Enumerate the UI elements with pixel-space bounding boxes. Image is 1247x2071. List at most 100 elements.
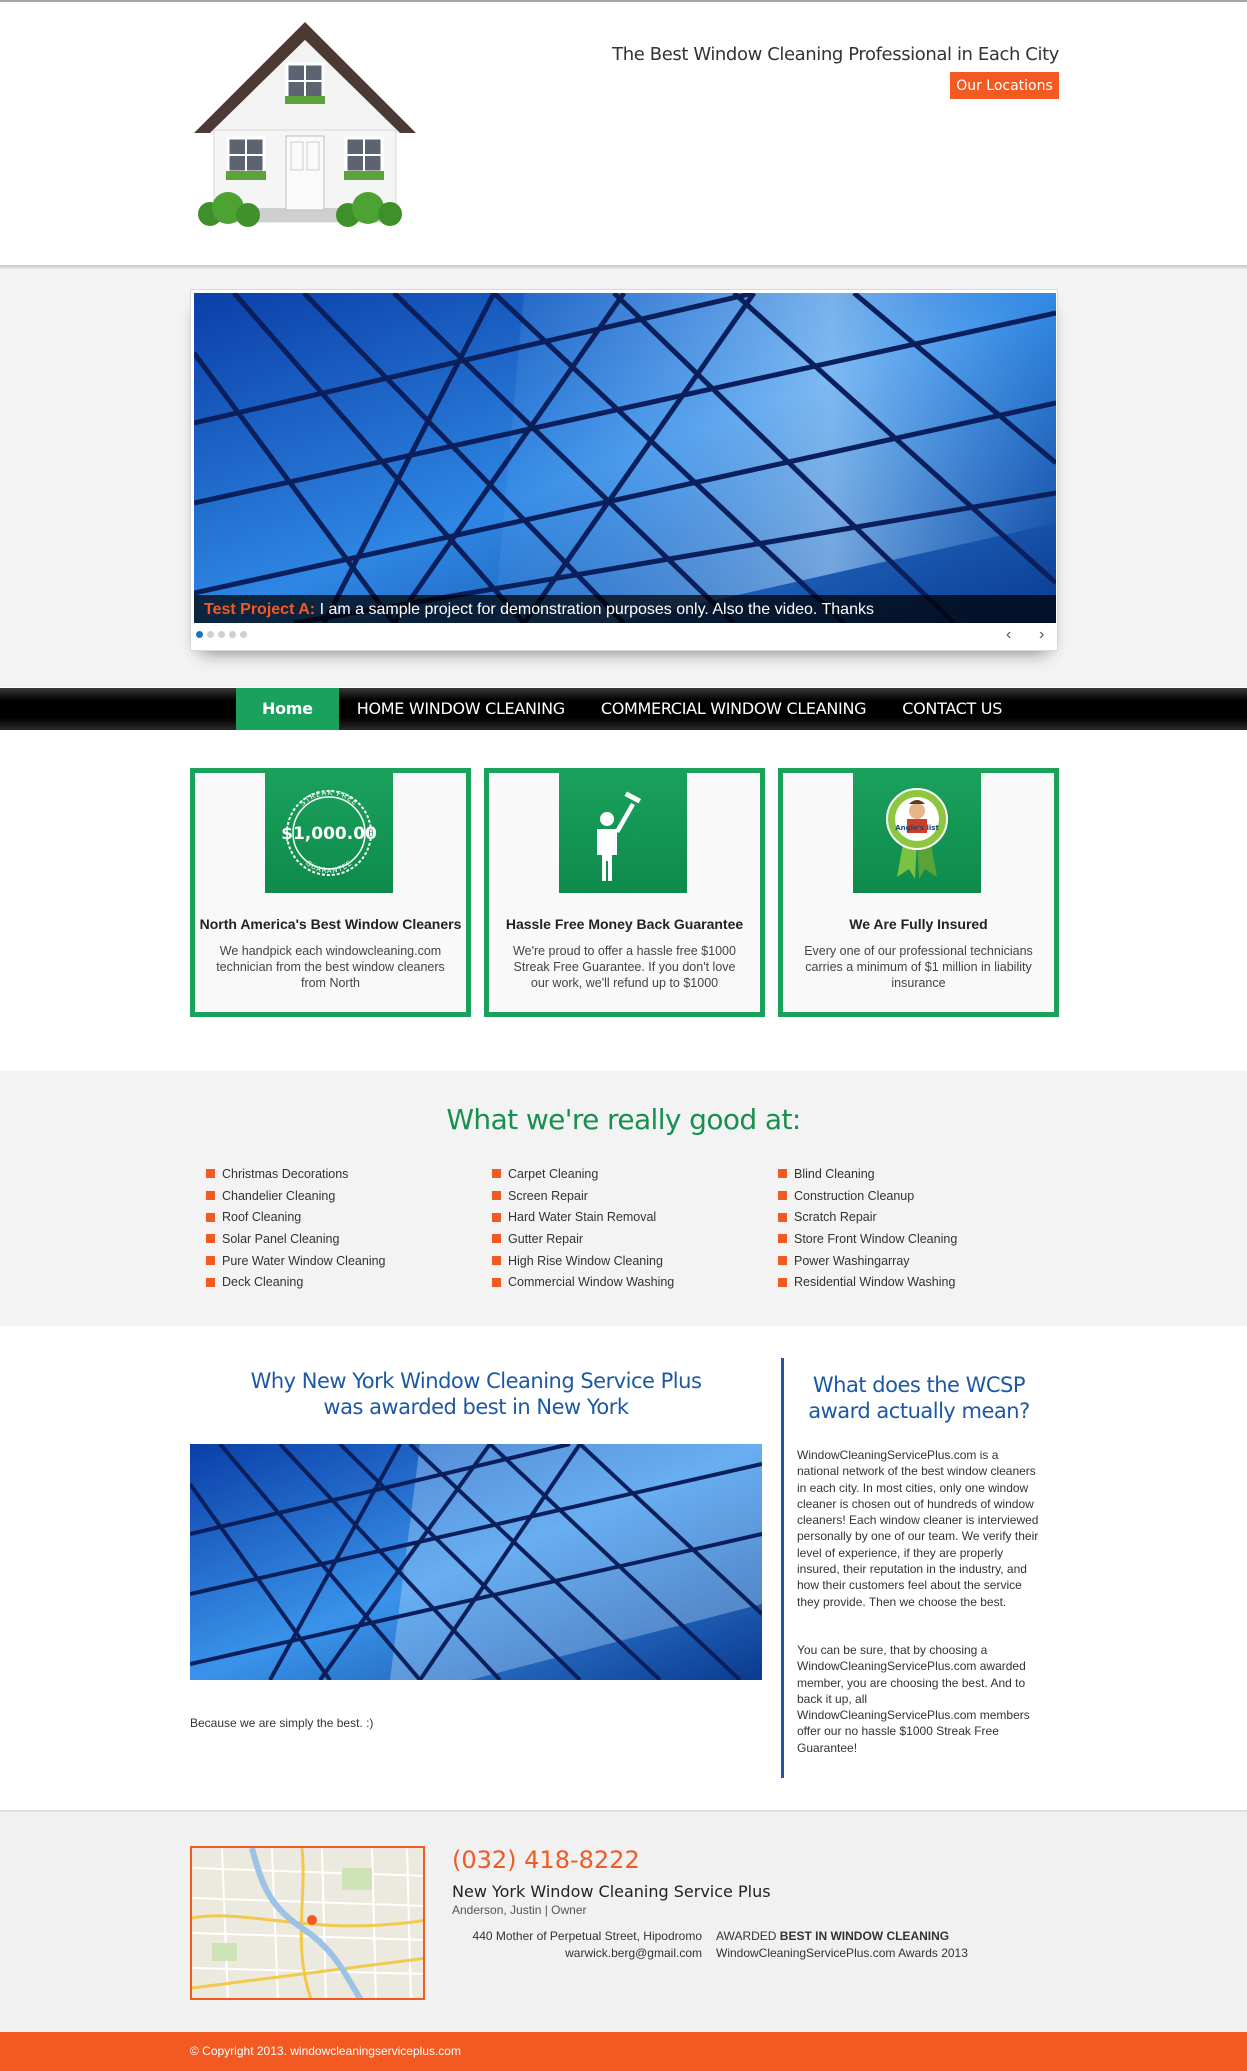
service-label: Solar Panel Cleaning: [222, 1231, 340, 1246]
service-label: Construction Cleanup: [794, 1188, 915, 1203]
list-item: Residential Window Washing: [778, 1271, 957, 1293]
services-title: What we're really good at:: [446, 1103, 801, 1136]
award-title: BEST IN WINDOW CLEANING: [779, 1929, 950, 1943]
list-item: High Rise Window Cleaning: [492, 1250, 674, 1272]
badge-arc-top: STREAK FREE: [299, 789, 359, 808]
why-section: Why New York Window Cleaning Service Plu…: [0, 1326, 1247, 1810]
list-item: Carpet Cleaning: [492, 1163, 674, 1185]
nav-items: Home HOME WINDOW CLEANING COMMERCIAL WIN…: [236, 688, 1020, 730]
bullet-square-icon: [206, 1191, 215, 1201]
contact-email[interactable]: warwick.berg@gmail.com: [452, 1945, 702, 1962]
list-item: Scratch Repair: [778, 1206, 957, 1228]
wcsp-paragraph-2: You can be sure, that by choosing a Wind…: [797, 1643, 1030, 1755]
bullet-square-icon: [778, 1169, 787, 1179]
contact-address-block: 440 Mother of Perpetual Street, Hipodrom…: [452, 1928, 702, 1962]
caption-title: Test Project A:: [204, 601, 316, 618]
service-label: Carpet Cleaning: [508, 1166, 599, 1181]
list-item: Deck Cleaning: [206, 1271, 386, 1293]
bullet-square-icon: [778, 1256, 787, 1266]
services-column-2: Carpet Cleaning Screen Repair Hard Water…: [492, 1163, 674, 1293]
list-item: Screen Repair: [492, 1185, 674, 1207]
list-item: Hard Water Stain Removal: [492, 1206, 674, 1228]
bullet-square-icon: [206, 1234, 215, 1244]
house-logo[interactable]: [190, 18, 420, 233]
service-label: Christmas Decorations: [222, 1166, 349, 1181]
slider-next-icon[interactable]: ›: [1039, 626, 1044, 644]
copyright-text: © Copyright 2013. windowcleaningservicep…: [190, 2044, 461, 2058]
bullet-square-icon: [206, 1169, 215, 1179]
section-divider: [781, 1358, 784, 1778]
window-cleaner-icon: [559, 773, 687, 893]
list-item: Chandelier Cleaning: [206, 1185, 386, 1207]
angies-list-text: Angie's list: [895, 824, 939, 832]
feature-card-best-cleaners: STREAK FREE $1,000.00 GUARANTEE North Am…: [190, 768, 471, 1017]
business-name: New York Window Cleaning Service Plus: [452, 1882, 771, 1901]
service-label: Blind Cleaning: [794, 1166, 875, 1181]
angies-list-badge: Angie's list: [853, 773, 981, 893]
services-column-3: Blind Cleaning Construction Cleanup Scra…: [778, 1163, 957, 1293]
list-item: Solar Panel Cleaning: [206, 1228, 386, 1250]
bullet-square-icon: [492, 1234, 501, 1244]
service-label: Store Front Window Cleaning: [794, 1231, 958, 1246]
slider-dot-3[interactable]: [218, 631, 225, 638]
bullet-square-icon: [492, 1169, 501, 1179]
copyright-bar: © Copyright 2013. windowcleaningservicep…: [0, 2032, 1247, 2071]
list-item: Roof Cleaning: [206, 1206, 386, 1228]
image-slider[interactable]: Test Project A: I am a sample project fo…: [190, 289, 1058, 651]
our-locations-button[interactable]: Our Locations: [950, 72, 1059, 99]
header-tagline: The Best Window Cleaning Professional in…: [612, 44, 1059, 65]
badge-arc-bottom: GUARANTEE: [304, 859, 353, 875]
service-label: Roof Cleaning: [222, 1210, 302, 1225]
nav-item-home-window-cleaning[interactable]: HOME WINDOW CLEANING: [339, 688, 583, 730]
service-label: Gutter Repair: [508, 1231, 584, 1246]
services-section: What we're really good at: Christmas Dec…: [0, 1071, 1247, 1326]
bullet-square-icon: [492, 1191, 501, 1201]
house-logo-icon: [194, 22, 416, 227]
bullet-square-icon: [206, 1277, 215, 1287]
service-label: Screen Repair: [508, 1188, 588, 1203]
slider-dot-5[interactable]: [240, 631, 247, 638]
slide-caption: Test Project A: I am a sample project fo…: [194, 595, 1056, 623]
wcsp-paragraph-1: WindowCleaningServicePlus.com is a natio…: [797, 1448, 1039, 1609]
services-column-1: Christmas Decorations Chandelier Cleanin…: [206, 1163, 386, 1293]
features-section: STREAK FREE $1,000.00 GUARANTEE North Am…: [0, 730, 1247, 1070]
service-label: Hard Water Stain Removal: [508, 1210, 657, 1225]
business-owner: Anderson, Justin | Owner: [452, 1903, 587, 1917]
feature-title: We Are Fully Insured: [849, 916, 988, 932]
contact-phone[interactable]: (032) 418-8222: [452, 1846, 640, 1874]
why-title-line-1: Why New York Window Cleaning Service Plu…: [250, 1369, 702, 1393]
site-header: The Best Window Cleaning Professional in…: [0, 2, 1247, 265]
guarantee-badge: STREAK FREE $1,000.00 GUARANTEE: [265, 773, 393, 893]
bullet-square-icon: [778, 1277, 787, 1287]
location-map[interactable]: [190, 1846, 425, 2000]
service-label: Pure Water Window Cleaning: [222, 1253, 386, 1268]
award-block: AWARDED BEST IN WINDOW CLEANING WindowCl…: [716, 1928, 968, 1962]
list-item: Construction Cleanup: [778, 1185, 957, 1207]
slider-dot-2[interactable]: [207, 631, 214, 638]
slider-prev-icon[interactable]: ‹: [1006, 626, 1011, 644]
list-item: Gutter Repair: [492, 1228, 674, 1250]
caption-text: I am a sample project for demonstration …: [319, 601, 874, 618]
slide-image[interactable]: [194, 293, 1056, 623]
nav-item-contact-us[interactable]: CONTACT US: [884, 688, 1020, 730]
bullet-square-icon: [206, 1212, 215, 1222]
main-nav: Home HOME WINDOW CLEANING COMMERCIAL WIN…: [0, 688, 1247, 730]
street-address: 440 Mother of Perpetual Street, Hipodrom…: [472, 1929, 702, 1943]
bullet-square-icon: [492, 1212, 501, 1222]
bullet-square-icon: [206, 1256, 215, 1266]
slider-pagination: [196, 631, 247, 638]
service-label: Deck Cleaning: [222, 1275, 304, 1290]
bullet-square-icon: [778, 1234, 787, 1244]
nav-item-commercial-window-cleaning[interactable]: COMMERCIAL WINDOW CLEANING: [583, 688, 884, 730]
feature-card-money-back: Hassle Free Money Back Guarantee We're p…: [484, 768, 765, 1017]
list-item: Pure Water Window Cleaning: [206, 1250, 386, 1272]
service-label: Residential Window Washing: [794, 1275, 956, 1290]
wcsp-title: What does the WCSP award actually mean?: [797, 1372, 1041, 1424]
list-item: Power Washingarray: [778, 1250, 957, 1272]
nav-item-home[interactable]: Home: [236, 688, 339, 730]
slider-dot-4[interactable]: [229, 631, 236, 638]
slider-dot-1[interactable]: [196, 631, 203, 638]
svg-text:STREAK FREE: STREAK FREE: [299, 789, 360, 808]
feature-card-insured: Angie's list We Are Fully Insured Every …: [778, 768, 1059, 1017]
map-icon: [192, 1848, 423, 1998]
